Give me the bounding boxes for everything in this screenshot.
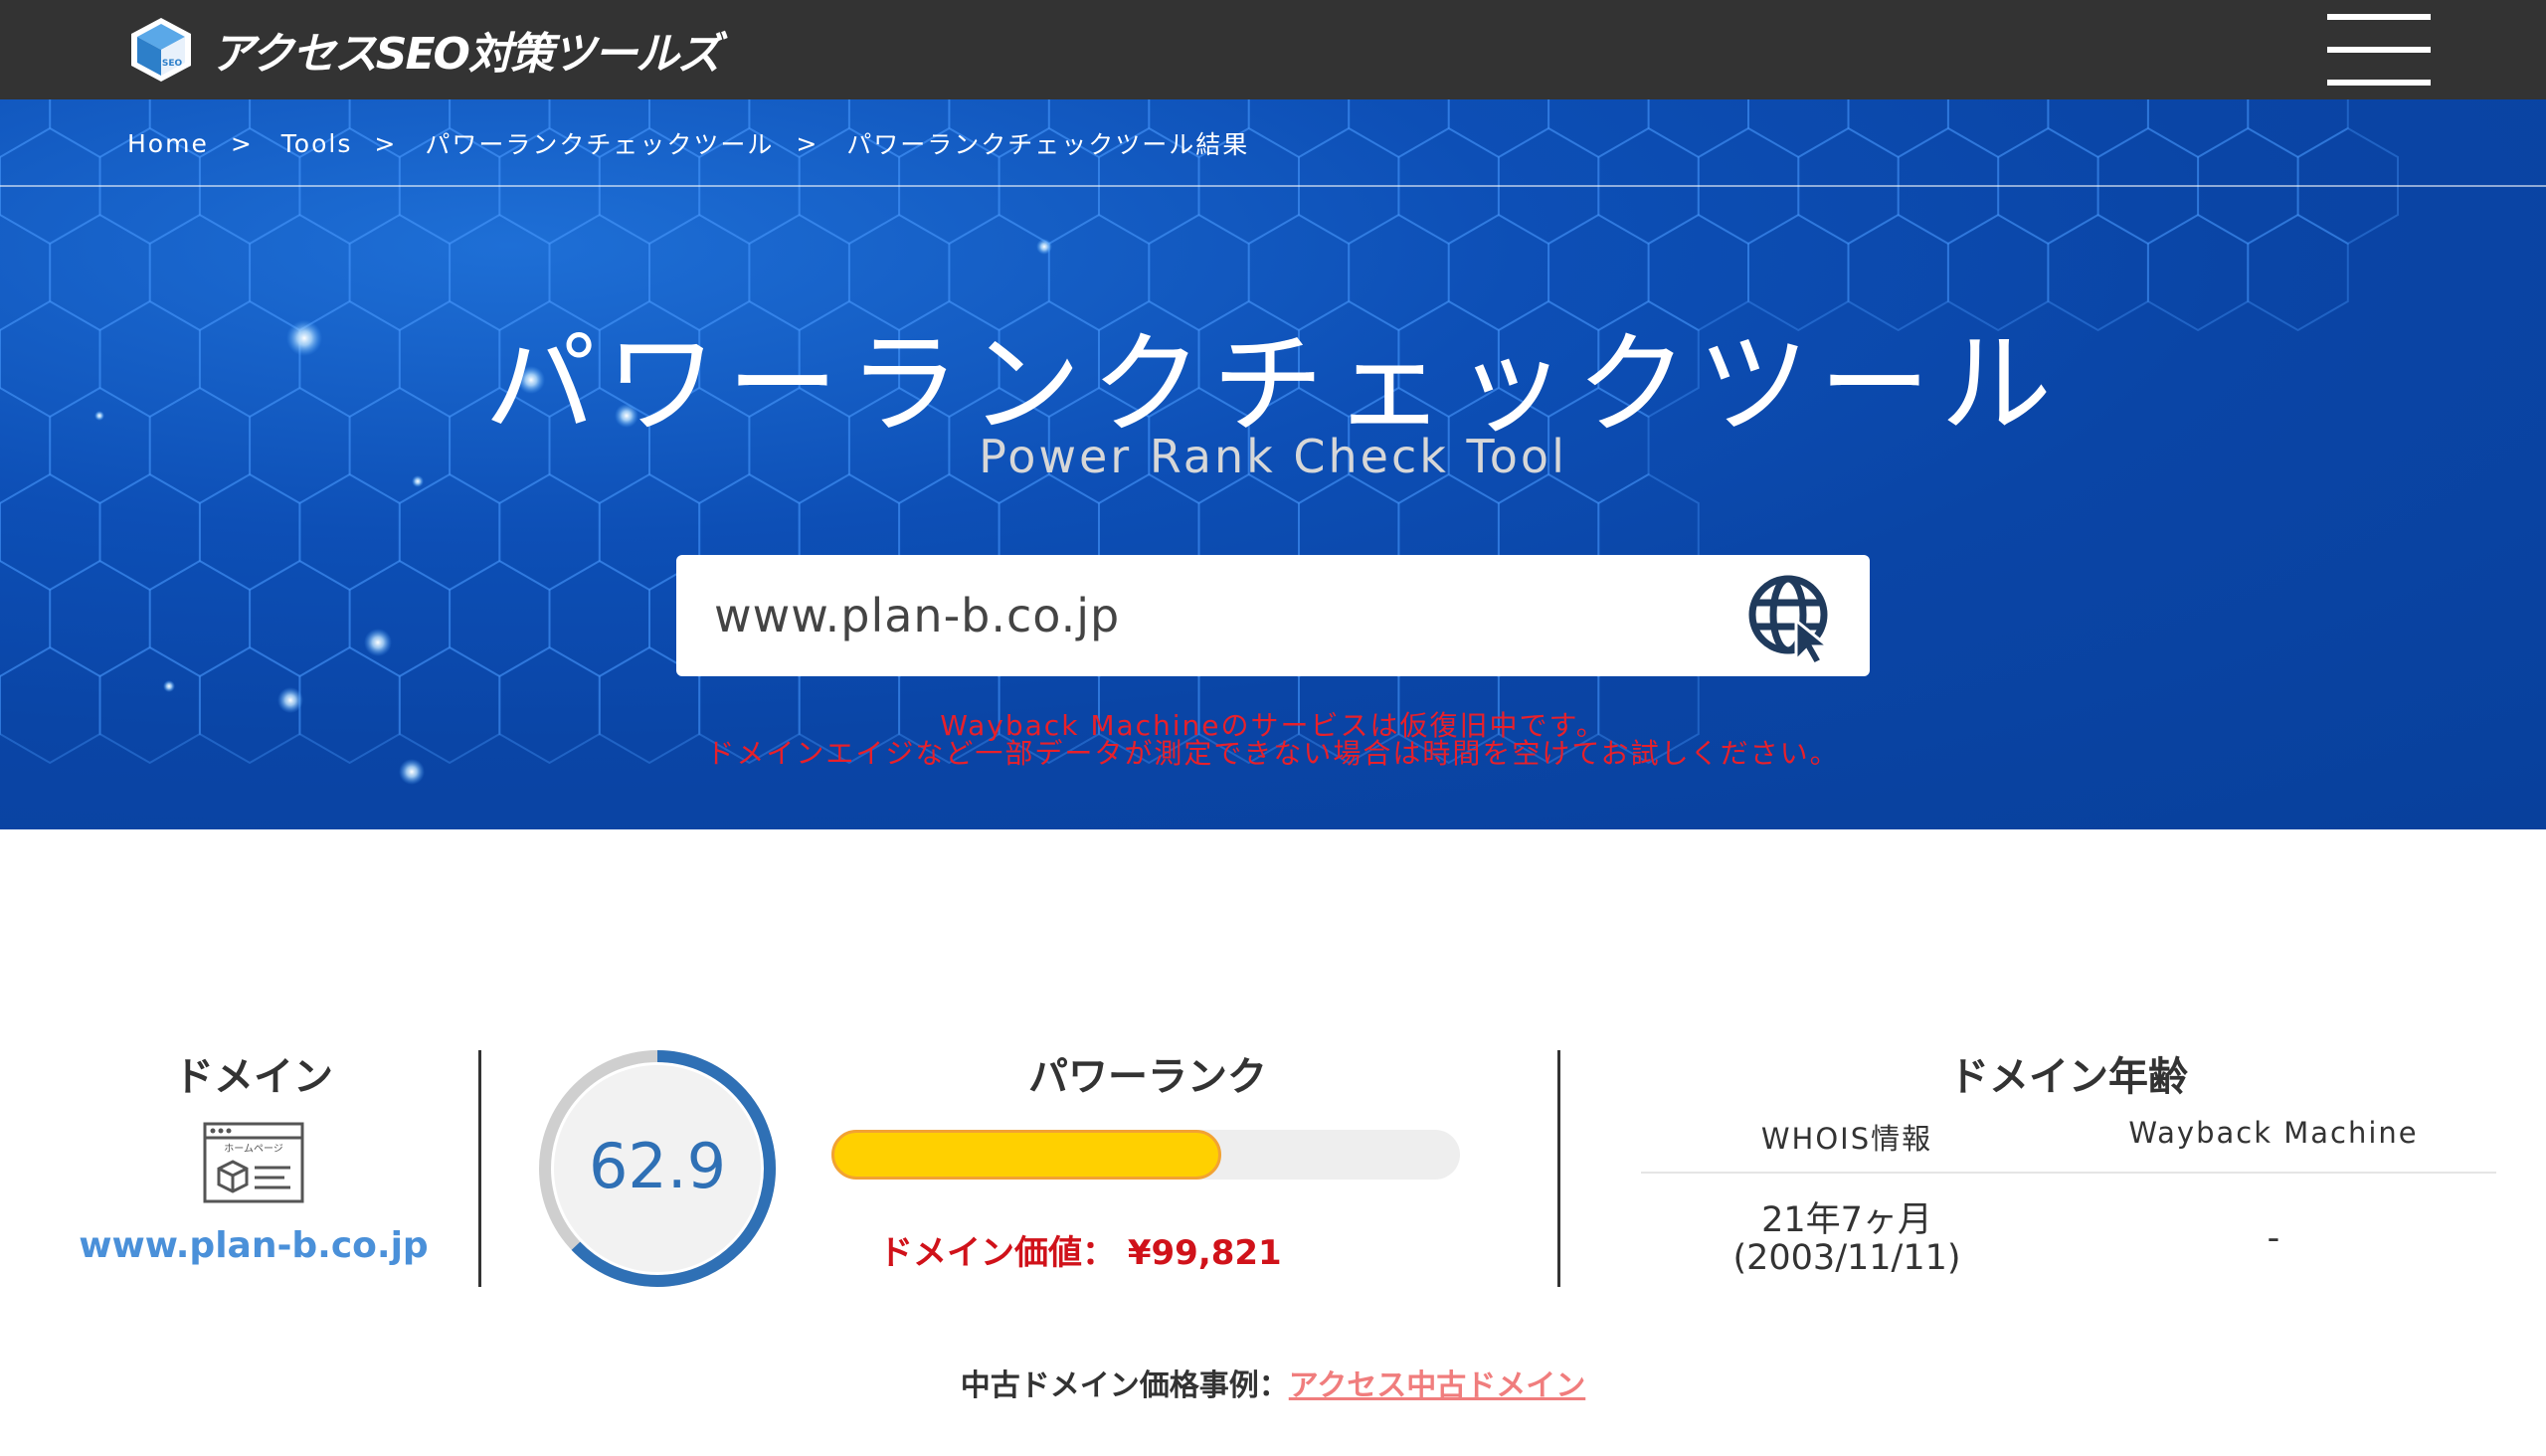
- used-domain-example: 中古ドメイン価格事例：アクセス中古ドメイン: [0, 1361, 2546, 1404]
- domain-input[interactable]: [714, 577, 1709, 654]
- hex-cell: [1847, 99, 1949, 159]
- domain-heading: ドメイン: [174, 1054, 333, 1100]
- hex-cell: [1348, 99, 1450, 159]
- column-divider: [478, 1050, 481, 1287]
- svg-text:SEO: SEO: [162, 59, 183, 69]
- hex-cell: [0, 472, 101, 592]
- wayback-age: -: [2267, 1218, 2280, 1258]
- hex-cell: [449, 559, 551, 678]
- hex-cell: [98, 472, 201, 592]
- notice-line-1: Wayback Machineのサービスは仮復旧中です。: [940, 709, 1606, 742]
- hex-cell: [548, 559, 650, 678]
- service-notice: Wayback Machineのサービスは仮復旧中です。 ドメインエイジなど一部…: [0, 712, 2546, 768]
- breadcrumb-separator: >: [796, 128, 819, 158]
- site-header: SEO アクセスSEO対策ツールズ: [0, 0, 2546, 99]
- domain-value-amount: ¥99,821: [1127, 1233, 1282, 1273]
- domain-age-heading: ドメイン年齢: [1949, 1054, 2188, 1100]
- logo-cube-icon: SEO: [131, 18, 191, 82]
- hex-cell: [348, 559, 452, 678]
- hex-cell: [2247, 99, 2349, 159]
- breadcrumb-separator: >: [374, 128, 398, 158]
- hex-cell: [0, 559, 52, 678]
- site-logo[interactable]: SEO アクセスSEO対策ツールズ: [125, 12, 721, 88]
- hex-cell: [298, 472, 401, 592]
- breadcrumb-power-rank-tool[interactable]: パワーランクチェックツール: [425, 125, 774, 161]
- globe-search-icon[interactable]: [1746, 573, 1838, 664]
- column-divider: [1557, 1050, 1560, 1287]
- hex-cell: [1247, 99, 1351, 159]
- hex-cell: [2146, 99, 2250, 159]
- hex-cell: [498, 472, 601, 592]
- page-subtitle: Power Rank Check Tool: [979, 430, 1567, 483]
- hex-cell: [398, 472, 501, 592]
- hex-cell: [1747, 99, 1850, 159]
- whois-header: WHOIS情報: [1760, 1122, 1933, 1156]
- power-rank-bar-fill: [831, 1130, 1221, 1180]
- hex-cell: [198, 472, 301, 592]
- search-box: [676, 555, 1870, 676]
- hex-cell: [148, 559, 252, 678]
- svg-text:ホームページ: ホームページ: [224, 1143, 283, 1155]
- breadcrumb-tools[interactable]: Tools: [281, 129, 353, 158]
- breadcrumb-home[interactable]: Home: [127, 129, 209, 158]
- hex-cell: [1447, 99, 1550, 159]
- whois-age: 21年7ヶ月 (2003/11/11): [1641, 1201, 2053, 1277]
- power-rank-score: 62.9: [588, 1130, 727, 1202]
- menu-icon[interactable]: [2327, 14, 2431, 86]
- hex-cell: [2047, 99, 2149, 159]
- hex-cell: [49, 559, 151, 678]
- whois-age-date: (2003/11/11): [1732, 1238, 1961, 1278]
- notice-line-2: ドメインエイジなど一部データが測定できない場合は時間を空けてお試しください。: [706, 737, 1840, 770]
- hex-cell: [249, 559, 351, 678]
- example-label: 中古ドメイン価格事例：: [960, 1368, 1289, 1403]
- logo-text: アクセスSEO対策ツールズ: [211, 29, 721, 80]
- breadcrumb-current: パワーランクチェックツール結果: [846, 130, 1250, 159]
- age-table-divider: [1641, 1172, 2496, 1174]
- breadcrumb: Home > Tools > パワーランクチェックツール > パワーランクチェッ…: [127, 125, 1249, 161]
- wayback-header: Wayback Machine: [2128, 1116, 2419, 1150]
- domain-value: ドメイン価値： ¥99,821: [879, 1225, 1282, 1274]
- power-rank-heading: パワーランク: [1028, 1054, 1267, 1100]
- hex-cell: [1946, 99, 2050, 159]
- hex-cell: [1647, 99, 1749, 159]
- whois-age-duration: 21年7ヶ月: [1761, 1200, 1932, 1240]
- domain-value-label: ドメイン価値：: [879, 1233, 1116, 1273]
- homepage-icon: ホームページ: [203, 1122, 304, 1203]
- access-used-domain-link[interactable]: アクセス中古ドメイン: [1289, 1368, 1586, 1403]
- hex-cell: [0, 99, 52, 159]
- power-rank-bar: [831, 1130, 1460, 1180]
- domain-name-link[interactable]: www.plan-b.co.jp: [60, 1225, 448, 1266]
- hero-section: Home > Tools > パワーランクチェックツール > パワーランクチェッ…: [0, 99, 2546, 829]
- breadcrumb-separator: >: [230, 128, 254, 158]
- breadcrumb-divider: [0, 185, 2546, 187]
- hex-cell: [1547, 99, 1650, 159]
